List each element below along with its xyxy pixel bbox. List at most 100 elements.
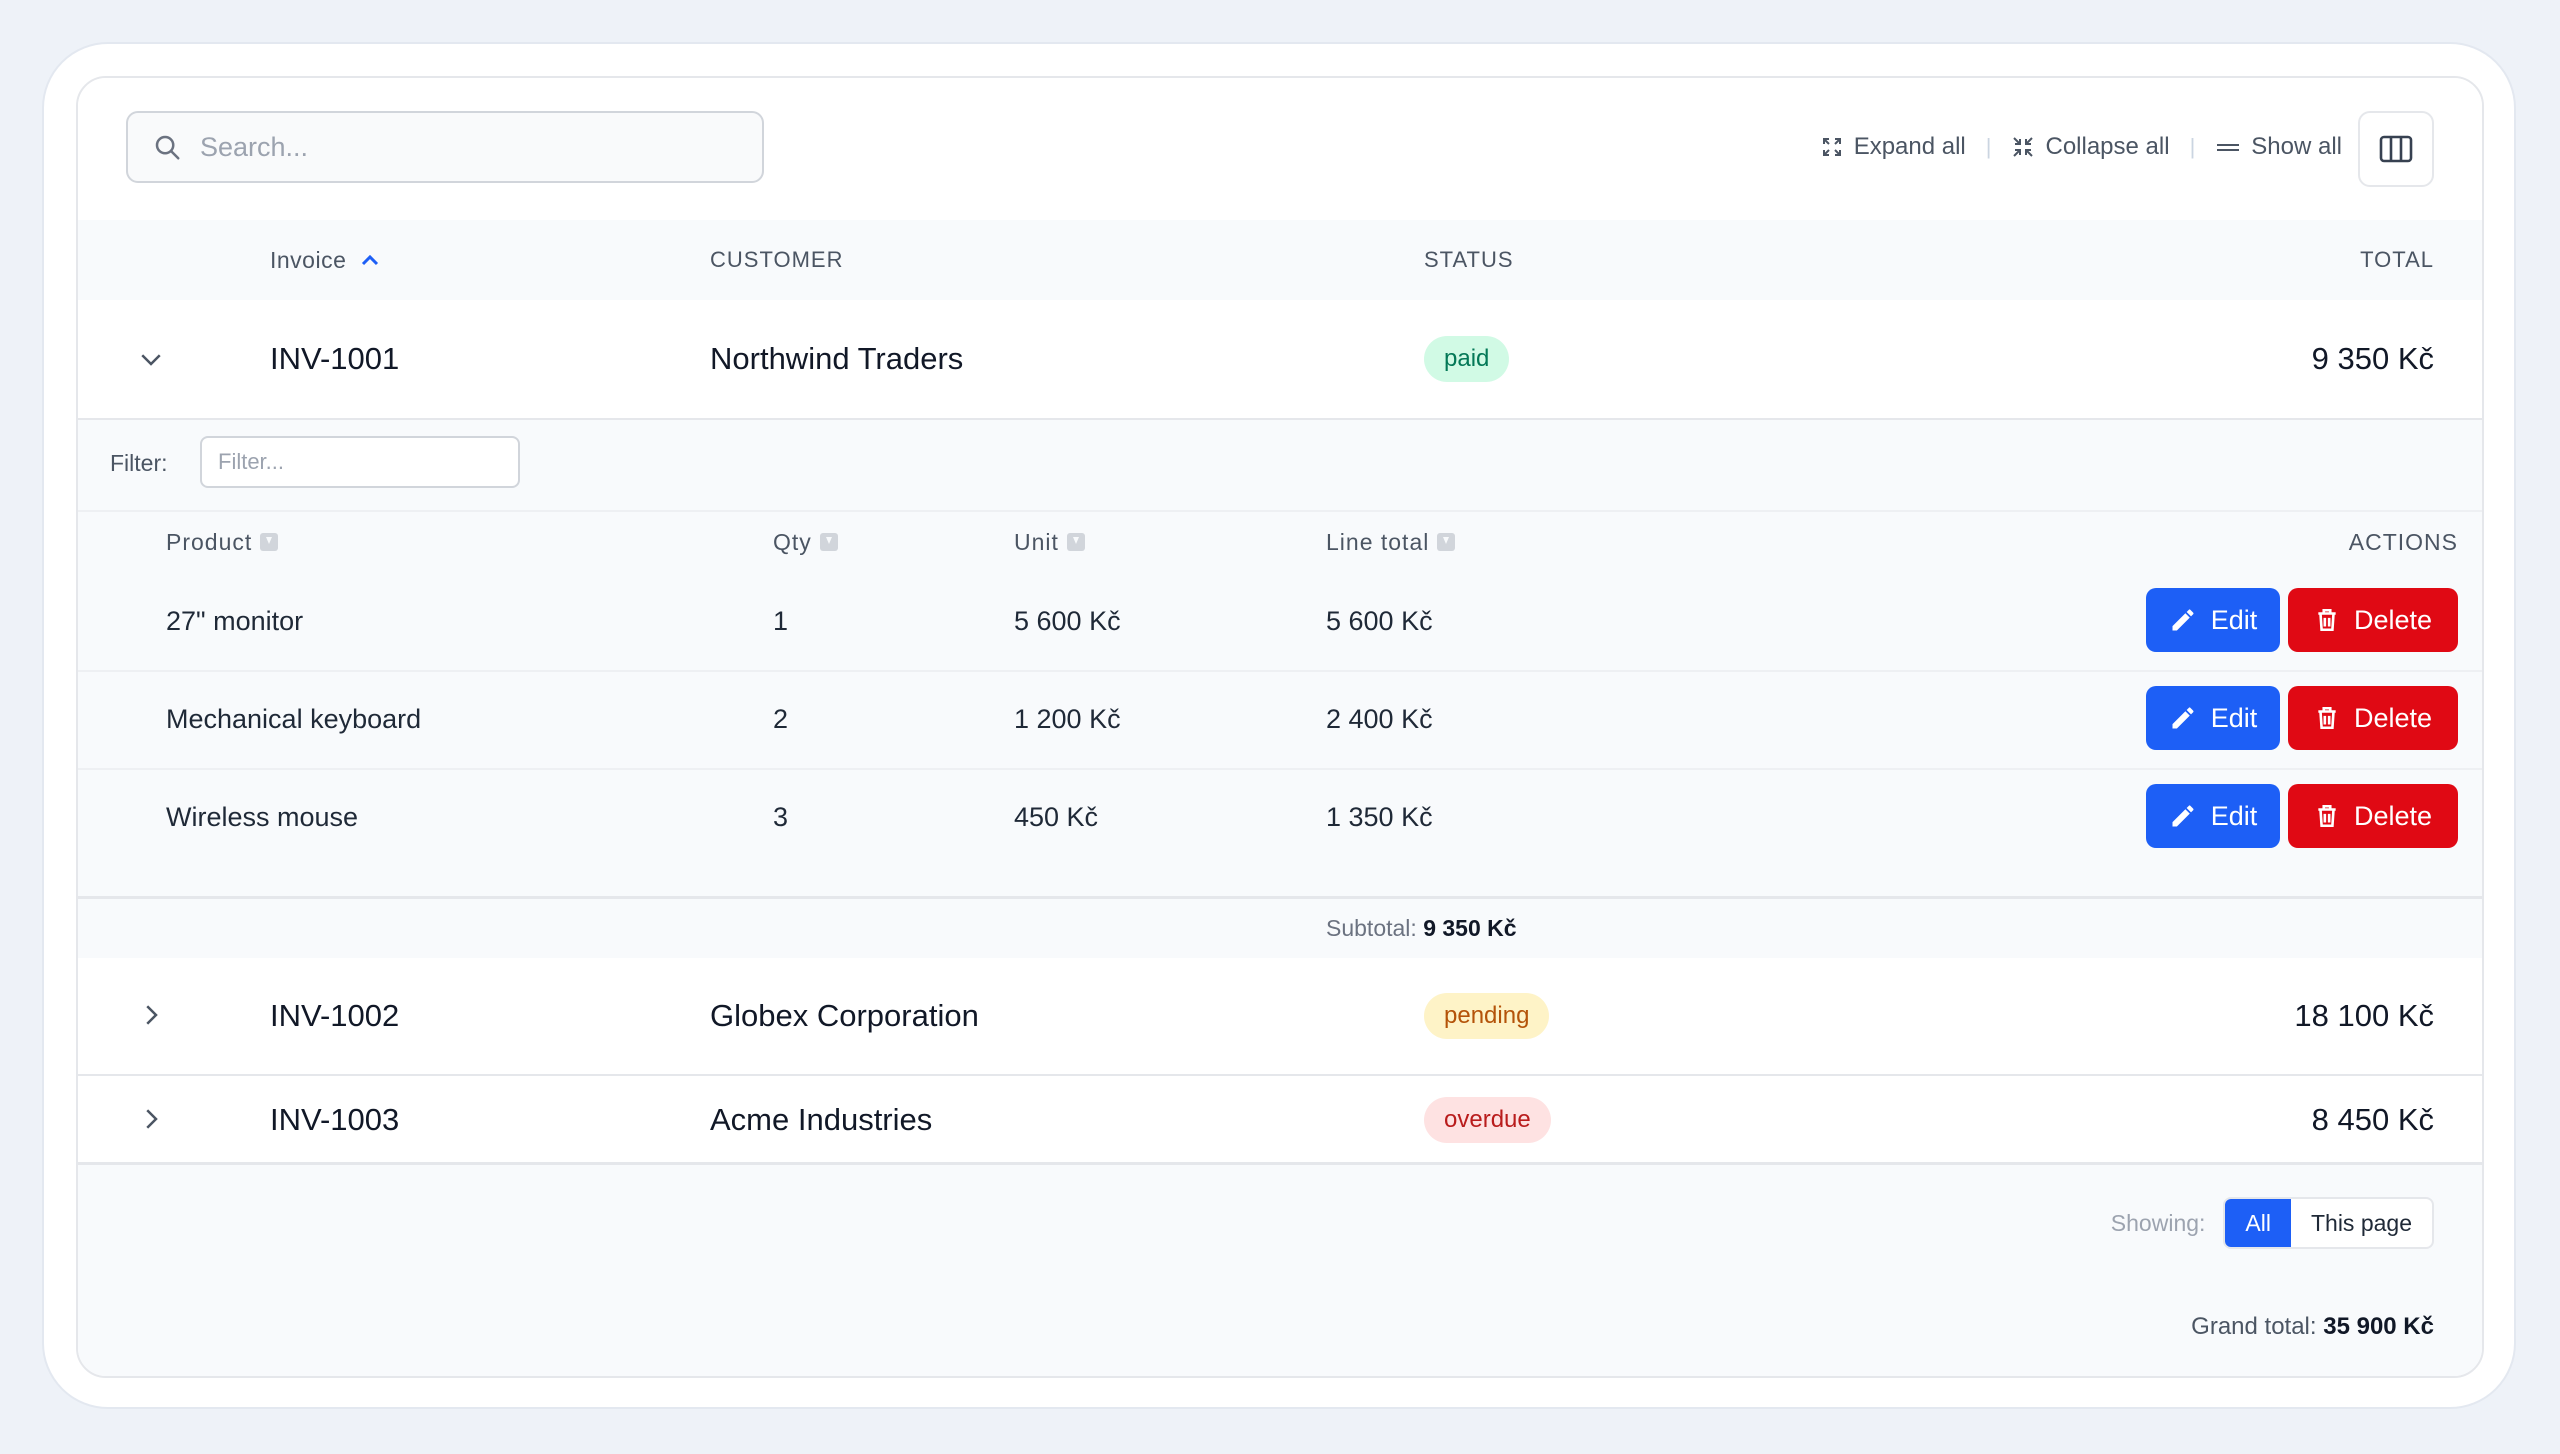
invoice-total: 8 450 Kč bbox=[2311, 1102, 2434, 1137]
toolbar-actions: Expand all | Collapse all | Show all bbox=[1820, 122, 2342, 172]
invoice-number: INV-1002 bbox=[270, 998, 400, 1033]
separator: | bbox=[2189, 134, 2196, 159]
delete-label: Delete bbox=[2353, 800, 2433, 831]
item-line-total: 5 600 Kč bbox=[1326, 606, 1433, 636]
chevron-right-icon[interactable] bbox=[136, 1104, 166, 1134]
grand-total-value: 35 900 Kč bbox=[2323, 1313, 2434, 1340]
delete-label: Delete bbox=[2353, 702, 2433, 733]
invoice-column-header[interactable]: Invoice bbox=[270, 220, 380, 300]
edit-button[interactable]: Edit bbox=[2146, 686, 2280, 750]
subtotal-bar: Subtotal: 9 350 Kč bbox=[78, 896, 2482, 961]
line-item-row: Mechanical keyboard 2 1 200 Kč 2 400 Kč … bbox=[78, 670, 2482, 770]
delete-button[interactable]: Delete bbox=[2288, 686, 2458, 750]
sort-icon bbox=[1066, 533, 1085, 551]
search-box[interactable] bbox=[126, 111, 764, 183]
item-unit-price: 450 Kč bbox=[1014, 802, 1099, 832]
invoice-table-card: Expand all | Collapse all | Show all Inv… bbox=[76, 76, 2484, 1378]
status-badge: pending bbox=[1424, 993, 1550, 1039]
item-qty: 3 bbox=[773, 802, 789, 832]
customer-column-header: CUSTOMER bbox=[710, 247, 844, 272]
showing-control: Showing: All This page bbox=[2111, 1197, 2434, 1249]
status-badge: paid bbox=[1424, 336, 1510, 382]
columns-toggle-button[interactable] bbox=[2358, 111, 2434, 187]
edit-label: Edit bbox=[2210, 702, 2258, 733]
line-total-header-label: Line total bbox=[1326, 529, 1430, 555]
edit-button[interactable]: Edit bbox=[2146, 588, 2280, 652]
delete-button[interactable]: Delete bbox=[2288, 588, 2458, 652]
detail-filter-input[interactable] bbox=[200, 436, 520, 488]
item-qty: 2 bbox=[773, 704, 789, 734]
show-all-option[interactable]: All bbox=[2225, 1199, 2291, 1247]
show-all-button[interactable]: Show all bbox=[2215, 133, 2342, 161]
item-qty: 1 bbox=[773, 606, 789, 636]
chevron-right-icon[interactable] bbox=[136, 1000, 166, 1030]
line-total-column-header[interactable]: Line total bbox=[1326, 512, 1456, 572]
table-row[interactable]: INV-1003 Acme Industries overdue 8 450 K… bbox=[78, 1076, 2482, 1162]
collapse-all-button[interactable]: Collapse all bbox=[2011, 133, 2170, 161]
invoice-header-label: Invoice bbox=[270, 247, 347, 273]
sort-icon bbox=[819, 533, 838, 551]
trash-icon bbox=[2318, 804, 2336, 828]
invoice-number: INV-1003 bbox=[270, 1102, 400, 1137]
customer-name: Globex Corporation bbox=[710, 998, 979, 1033]
invoice-total: 9 350 Kč bbox=[2311, 341, 2434, 376]
item-unit-price: 5 600 Kč bbox=[1014, 606, 1121, 636]
grand-total-label: Grand total: bbox=[2191, 1313, 2317, 1340]
invoice-detail-panel: Filter: Product Qty Unit Line total ACTI… bbox=[78, 418, 2482, 961]
edit-label: Edit bbox=[2210, 800, 2258, 831]
customer-name: Acme Industries bbox=[710, 1102, 933, 1137]
table-footer: Showing: All This page Grand total: 35 9… bbox=[78, 1162, 2482, 1376]
search-icon bbox=[155, 135, 180, 160]
subtotal-label: Subtotal: bbox=[1326, 915, 1417, 941]
filter-label: Filter: bbox=[110, 450, 168, 476]
trash-icon bbox=[2318, 608, 2336, 632]
qty-header-label: Qty bbox=[773, 529, 812, 555]
sort-icon bbox=[1437, 533, 1456, 551]
actions-header-label: ACTIONS bbox=[2348, 529, 2458, 555]
table-header: Invoice CUSTOMER STATUS TOTAL bbox=[78, 220, 2482, 300]
pencil-icon bbox=[2172, 805, 2194, 827]
showing-label: Showing: bbox=[2110, 1209, 2206, 1236]
search-input[interactable] bbox=[198, 130, 722, 164]
line-item-row: Wireless mouse 3 450 Kč 1 350 Kč Edit De… bbox=[78, 768, 2482, 866]
pencil-icon bbox=[2172, 707, 2194, 729]
product-column-header[interactable]: Product bbox=[166, 512, 279, 572]
line-item-row: 27" monitor 1 5 600 Kč 5 600 Kč Edit Del… bbox=[78, 572, 2482, 672]
subtotal-line: Subtotal: 9 350 Kč bbox=[1326, 899, 1517, 957]
qty-column-header[interactable]: Qty bbox=[773, 512, 838, 572]
collapse-icon bbox=[2013, 137, 2034, 157]
invoice-total: 18 100 Kč bbox=[2294, 998, 2434, 1033]
detail-filter-bar: Filter: bbox=[78, 420, 2482, 512]
product-header-label: Product bbox=[166, 529, 253, 555]
expand-all-button[interactable]: Expand all bbox=[1820, 133, 1966, 161]
status-column-header: STATUS bbox=[1424, 247, 1514, 272]
expand-icon bbox=[1822, 138, 1841, 156]
showing-segmented-control: All This page bbox=[2223, 1197, 2434, 1249]
sort-ascending-icon bbox=[362, 254, 379, 266]
separator: | bbox=[1985, 134, 1992, 159]
subtotal-value: 9 350 Kč bbox=[1423, 915, 1517, 941]
show-all-label: Show all bbox=[2251, 133, 2342, 160]
invoice-number: INV-1001 bbox=[270, 341, 400, 376]
columns-icon bbox=[2379, 135, 2413, 163]
unit-column-header[interactable]: Unit bbox=[1014, 512, 1085, 572]
product-name: 27" monitor bbox=[166, 606, 304, 636]
expand-all-label: Expand all bbox=[1853, 133, 1966, 160]
edit-label: Edit bbox=[2210, 604, 2258, 635]
actions-column-header: ACTIONS bbox=[2349, 512, 2458, 572]
edit-button[interactable]: Edit bbox=[2146, 784, 2280, 848]
this-page-option[interactable]: This page bbox=[2291, 1199, 2432, 1247]
delete-button[interactable]: Delete bbox=[2288, 784, 2458, 848]
grand-total: Grand total: 35 900 Kč bbox=[2191, 1313, 2434, 1341]
collapse-all-label: Collapse all bbox=[2045, 133, 2170, 160]
table-row[interactable]: INV-1001 Northwind Traders paid 9 350 Kč bbox=[78, 300, 2482, 418]
toolbar: Expand all | Collapse all | Show all bbox=[78, 78, 2482, 222]
delete-label: Delete bbox=[2353, 604, 2433, 635]
status-badge: overdue bbox=[1424, 1097, 1551, 1143]
chevron-down-icon[interactable] bbox=[136, 344, 166, 374]
unit-header-label: Unit bbox=[1014, 529, 1059, 555]
item-line-total: 2 400 Kč bbox=[1326, 704, 1433, 734]
table-row[interactable]: INV-1002 Globex Corporation pending 18 1… bbox=[78, 958, 2482, 1076]
customer-name: Northwind Traders bbox=[710, 341, 964, 376]
total-column-header: TOTAL bbox=[2360, 247, 2434, 272]
